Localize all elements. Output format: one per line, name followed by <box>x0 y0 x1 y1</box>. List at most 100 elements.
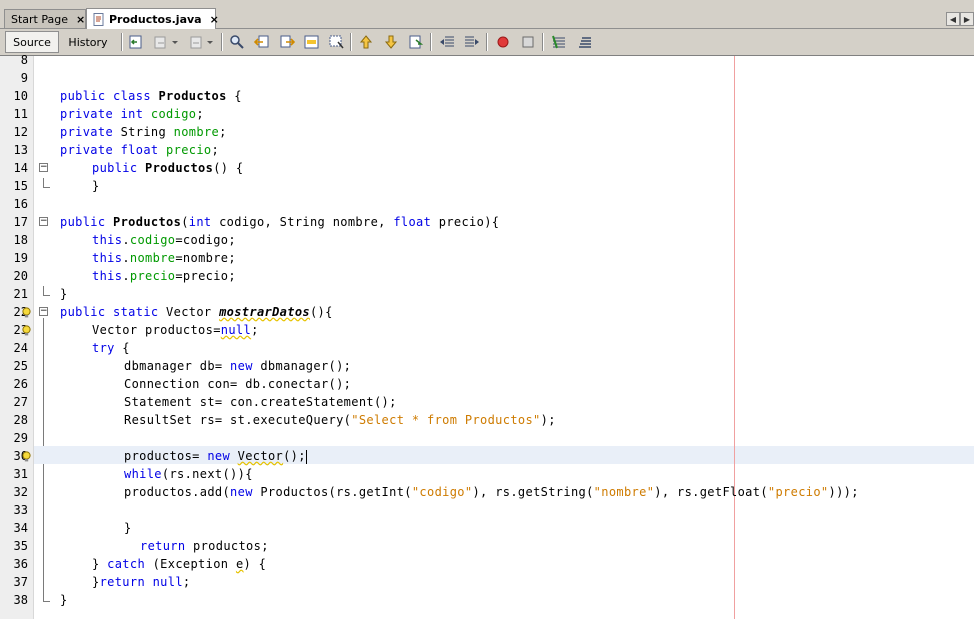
code-line: } catch (Exception e) { <box>92 557 267 571</box>
next-bookmark-icon[interactable] <box>383 34 399 50</box>
line-number: 9 <box>20 71 28 85</box>
close-icon[interactable]: × <box>76 13 85 26</box>
line-number: 26 <box>13 377 28 391</box>
source-view-button[interactable]: Source <box>5 31 59 53</box>
line-number: 38 <box>13 593 28 607</box>
code-line: private int codigo; <box>60 107 204 121</box>
code-line: this.codigo=codigo; <box>92 233 236 247</box>
code-line: this.precio=precio; <box>92 269 236 283</box>
history-view-button[interactable]: History <box>62 31 114 53</box>
line-number: 18 <box>13 233 28 247</box>
line-number: 25 <box>13 359 28 373</box>
line-number: 31 <box>13 467 28 481</box>
editor-toolbar: Source History <box>0 29 974 56</box>
code-editor[interactable]: 8 9 10 11 12 13 14 15 16 17 18 19 20 21 … <box>0 53 974 619</box>
find-icon[interactable] <box>229 34 245 50</box>
code-line: public class Productos { <box>60 89 242 103</box>
find-next-icon[interactable] <box>279 34 295 50</box>
scroll-tabs-right-icon[interactable]: ▶ <box>960 12 974 26</box>
comment-icon[interactable] <box>551 34 567 50</box>
code-line: ResultSet rs= st.executeQuery("Select * … <box>124 413 556 427</box>
line-number: 11 <box>13 107 28 121</box>
code-line: productos= new Vector(); <box>124 449 307 464</box>
find-previous-icon[interactable] <box>254 34 270 50</box>
line-number: 24 <box>13 341 28 355</box>
code-text-area[interactable]: public class Productos { private int cod… <box>34 56 974 619</box>
code-line: productos.add(new Productos(rs.getInt("c… <box>124 485 859 499</box>
line-number: 28 <box>13 413 28 427</box>
code-line: public Productos() { <box>92 161 244 175</box>
code-line: } <box>60 287 68 301</box>
line-number: 21 <box>13 287 28 301</box>
divider <box>542 33 544 51</box>
code-line: Statement st= con.createStatement(); <box>124 395 397 409</box>
line-number: 37 <box>13 575 28 589</box>
code-line: public Productos(int codigo, String nomb… <box>60 215 500 229</box>
line-number: 19 <box>13 251 28 265</box>
hint-bulb-icon[interactable] <box>21 325 32 336</box>
stop-macro-icon[interactable] <box>520 34 536 50</box>
tab-label: Productos.java <box>109 12 202 26</box>
line-number: 27 <box>13 395 28 409</box>
tab-start-page[interactable]: Start Page × <box>4 9 86 28</box>
code-line: } <box>60 593 68 607</box>
code-line: return productos; <box>140 539 269 553</box>
text-caret <box>305 449 307 464</box>
find-selection-icon[interactable] <box>329 34 345 50</box>
tab-label: Start Page <box>11 12 68 26</box>
code-line: }return null; <box>92 575 191 589</box>
code-line: private float precio; <box>60 143 220 157</box>
toggle-bookmark-icon[interactable] <box>408 34 424 50</box>
line-number: 20 <box>13 269 28 283</box>
line-number-gutter: 8 9 10 11 12 13 14 15 16 17 18 19 20 21 … <box>0 53 34 619</box>
shift-left-icon[interactable] <box>439 34 455 50</box>
line-number: 17 <box>13 215 28 229</box>
last-edit-icon[interactable] <box>128 34 144 50</box>
right-margin-line <box>734 56 735 619</box>
line-number: 36 <box>13 557 28 571</box>
back-icon[interactable] <box>153 34 169 50</box>
divider <box>350 33 352 51</box>
hint-bulb-icon[interactable] <box>21 307 32 318</box>
scroll-tabs-left-icon[interactable]: ◀ <box>946 12 960 26</box>
code-line: this.nombre=nombre; <box>92 251 236 265</box>
divider <box>430 33 432 51</box>
toggle-highlight-icon[interactable] <box>304 34 320 50</box>
start-macro-icon[interactable] <box>495 34 511 50</box>
line-number: 12 <box>13 125 28 139</box>
line-number: 15 <box>13 179 28 193</box>
code-line: public static Vector mostrarDatos(){ <box>60 305 333 319</box>
code-line: } <box>124 521 132 535</box>
previous-bookmark-icon[interactable] <box>358 34 374 50</box>
shift-right-icon[interactable] <box>464 34 480 50</box>
divider <box>486 33 488 51</box>
code-line: while(rs.next()){ <box>124 467 253 481</box>
code-line: private String nombre; <box>60 125 227 139</box>
divider <box>221 33 223 51</box>
code-line: Vector productos=null; <box>92 323 259 337</box>
line-number: 14 <box>13 161 28 175</box>
code-line: Connection con= db.conectar(); <box>124 377 352 391</box>
line-number: 16 <box>13 197 28 211</box>
forward-icon[interactable] <box>188 34 204 50</box>
code-line: dbmanager db= new dbmanager(); <box>124 359 352 373</box>
chevron-down-icon[interactable] <box>171 34 179 50</box>
tab-productos-java[interactable]: Productos.java × <box>86 8 219 29</box>
line-number: 32 <box>13 485 28 499</box>
chevron-down-icon[interactable] <box>206 34 214 50</box>
line-number: 8 <box>20 53 28 67</box>
hint-bulb-icon[interactable] <box>21 451 32 462</box>
code-line: try { <box>92 341 130 355</box>
uncomment-icon[interactable] <box>576 34 592 50</box>
line-number: 29 <box>13 431 28 445</box>
close-icon[interactable]: × <box>210 13 219 26</box>
divider <box>121 33 123 51</box>
line-number: 10 <box>13 89 28 103</box>
line-number: 35 <box>13 539 28 553</box>
line-number: 13 <box>13 143 28 157</box>
java-file-icon <box>93 12 105 26</box>
editor-tab-bar: Start Page × Productos.java × ◀ ▶ <box>0 0 974 29</box>
line-number: 34 <box>13 521 28 535</box>
line-number: 33 <box>13 503 28 517</box>
code-line: } <box>92 179 100 193</box>
